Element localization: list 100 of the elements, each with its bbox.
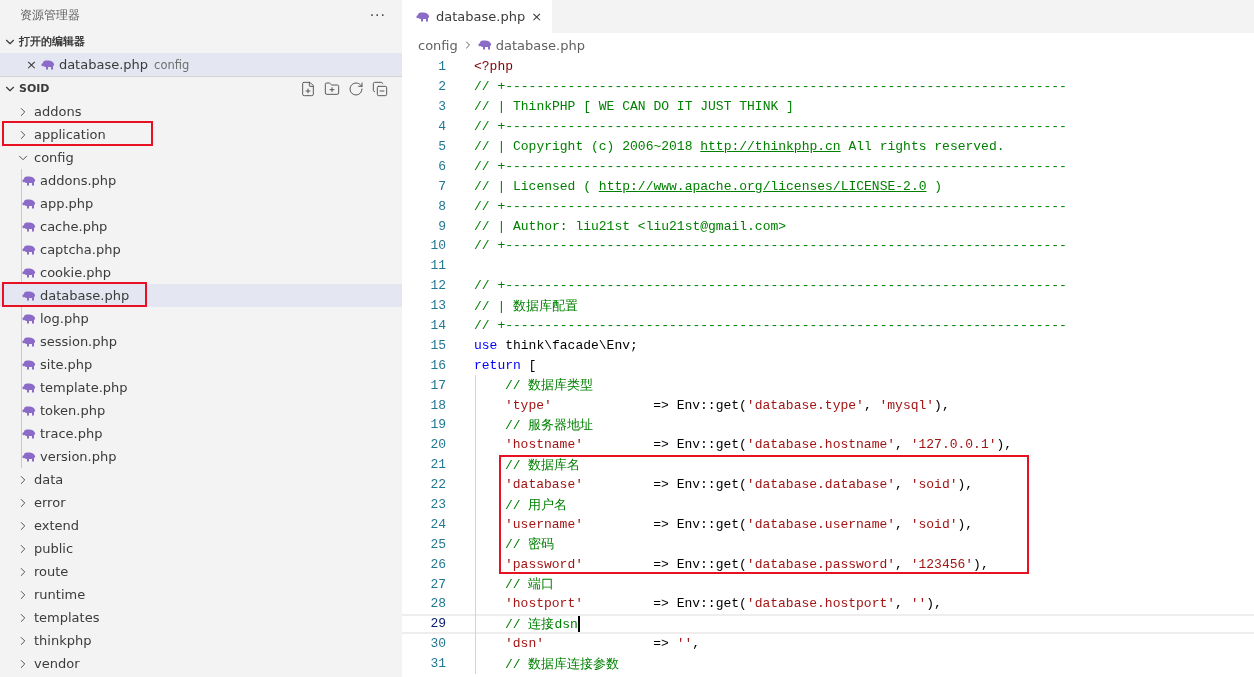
code-token: '' [676,636,693,652]
folder-item[interactable]: data [0,468,402,491]
breadcrumb-item[interactable]: database.php [495,37,585,53]
section-header[interactable]: 打开的编辑器 [0,30,402,53]
item-label: database.php [40,288,130,303]
folder-item[interactable]: public [0,537,402,560]
file-item[interactable]: version.php [0,445,402,468]
close-button[interactable]: × [531,9,543,24]
code-token: // +------------------------------------------------------------------------ [474,79,1067,95]
close-button[interactable]: × [26,57,37,72]
code-token: // +------------------------------------------------------------------------ [474,198,1067,214]
file-item[interactable]: log.php [0,307,402,330]
tab-label: database.php [436,9,526,24]
code-token: // +------------------------------------------------------------------------ [474,238,1067,254]
code-token: ), [926,596,942,612]
folder-item[interactable]: route [0,560,402,583]
code-token: 'hostname' [505,437,583,453]
section-header[interactable]: SOID [0,77,402,100]
code-token: // 服务器地址 [505,417,594,434]
folder-item[interactable]: templates [0,606,402,629]
line-number: 3 [437,99,446,115]
code-token: 'database.password' [746,556,896,572]
code-token: 'soid' [910,477,958,493]
code-token: 'dsn' [505,636,544,652]
line-number: 19 [429,417,446,433]
code-token: '123456' [910,556,974,572]
collapse-icon[interactable] [372,80,388,97]
code-token: use [474,337,498,353]
more-actions-button[interactable]: ··· [369,7,386,23]
file-item[interactable]: template.php [0,376,402,399]
item-label: data [34,472,64,487]
new-file-icon[interactable] [300,80,316,97]
code-token: // +------------------------------------------------------------------------ [474,158,1067,174]
code-token: 'hostport' [505,596,583,612]
line-number: 23 [429,497,446,513]
code-link[interactable]: http://www.apache.org/licenses/LICENSE-2.0 [598,178,927,194]
code-token: ) [933,178,943,194]
line-number: 4 [437,119,446,135]
code-token: => Env::get( [652,516,747,532]
new-folder-icon[interactable] [324,80,340,97]
file-item[interactable]: captcha.php [0,238,402,261]
item-label: application [34,127,106,142]
code-token: // 数据库连接参数 [505,655,620,673]
code-token: ), [957,516,974,532]
breadcrumb-item[interactable]: config [418,37,458,53]
code-token: ), [996,437,1013,453]
line-number: 18 [429,397,446,413]
line-number: 12 [429,278,446,294]
code-token: return [474,357,521,373]
folder-item[interactable]: error [0,491,402,514]
file-item[interactable]: cache.php [0,215,402,238]
file-item[interactable]: app.php [0,192,402,215]
code-token: , [895,437,904,453]
line-number: 8 [437,198,446,214]
editor-tab[interactable]: database.php × [402,0,553,33]
file-item[interactable]: session.php [0,330,402,353]
folder-item[interactable]: runtime [0,583,402,606]
item-label: addons [34,104,82,119]
file-item[interactable]: site.php [0,353,402,376]
code-token: // | 数据库配置 [474,297,578,315]
line-number: 28 [429,596,446,612]
file-label: database.php [58,57,149,72]
file-item[interactable]: addons.php [0,169,402,192]
file-item[interactable]: database.php [0,284,402,307]
open-editor-item[interactable]: × database.php config [0,53,402,76]
folder-item[interactable]: config [0,146,402,169]
item-label: error [34,495,66,510]
file-item[interactable]: cookie.php [0,261,402,284]
folder-item[interactable]: thinkphp [0,629,402,652]
item-label: session.php [40,334,117,349]
code-token: , [863,397,873,413]
code-token: // | Copyright (c) 2006~2018 [474,139,694,154]
line-number: 27 [429,576,446,592]
file-item[interactable]: trace.php [0,422,402,445]
code-token: 'database.database' [746,477,896,493]
code-token: , [895,596,904,612]
item-label: version.php [40,449,117,464]
code-token: => Env::get( [652,556,747,572]
line-number: 30 [429,636,446,652]
folder-item[interactable]: addons [0,100,402,123]
code-token: 'soid' [910,516,958,532]
code-token: // 用户名 [505,496,568,514]
refresh-icon[interactable] [348,80,364,97]
code-token: 'type' [505,397,552,413]
code-link[interactable]: http://thinkphp.cn [700,139,841,154]
code-token: ), [934,397,950,413]
code-token: 'password' [505,556,583,572]
folder-item[interactable]: vendor [0,652,402,675]
line-number: 16 [429,357,446,373]
line-number: 11 [429,258,446,274]
folder-item[interactable]: extend [0,514,402,537]
item-label: token.php [40,403,106,418]
code-token: // +------------------------------------------------------------------------ [474,278,1067,294]
line-number: 22 [429,477,446,493]
folder-item[interactable]: application [0,123,402,146]
file-item[interactable]: token.php [0,399,402,422]
line-number: 2 [437,79,446,95]
code-token: , [692,636,701,652]
line-number: 31 [429,656,446,672]
line-number: 13 [429,298,446,314]
